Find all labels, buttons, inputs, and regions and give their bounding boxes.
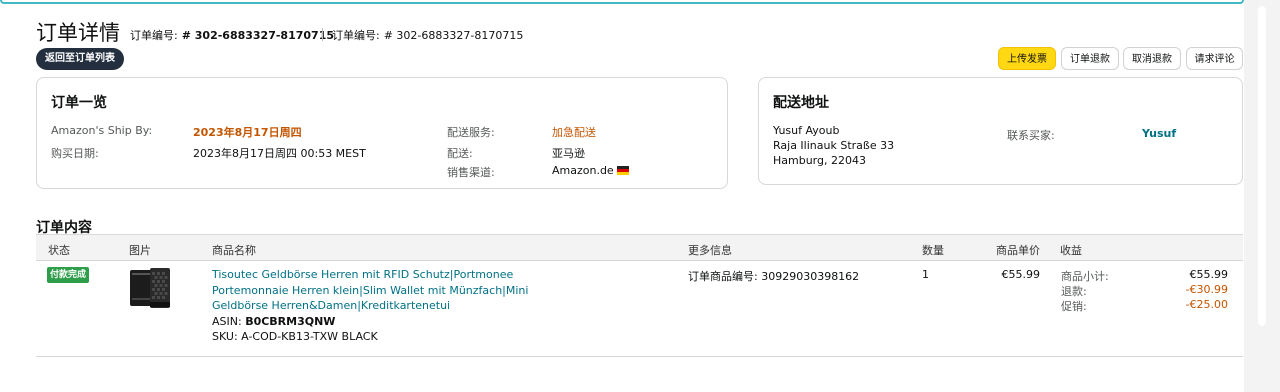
column-image: 图片 [129, 244, 151, 257]
upload-invoice-button[interactable]: 上传发票 [998, 47, 1056, 70]
scrollbar-track[interactable] [1244, 0, 1280, 392]
recipient-name: Yusuf Ayoub [773, 124, 840, 137]
contact-buyer-label: 联系买家: [1007, 129, 1055, 142]
germany-flag-icon [616, 166, 629, 175]
purchase-date-value: 2023年8月17日周四 00:53 MEST [193, 147, 366, 160]
fulfillment-value: 亚马逊 [552, 147, 585, 160]
sku: SKU: A-COD-KB13-TXW BLACK [212, 330, 378, 343]
table-row-divider [36, 356, 1243, 357]
ship-by-label: Amazon's Ship By: [51, 124, 153, 137]
order-table-header: 状态 图片 商品名称 更多信息 数量 商品单价 收益 [36, 234, 1243, 261]
shipping-address-title: 配送地址 [773, 95, 829, 111]
refund-value: -€30.99 [1185, 283, 1228, 296]
subtotal-value: €55.99 [1189, 268, 1229, 281]
promotion-label: 促销: [1061, 300, 1087, 313]
column-product-name: 商品名称 [212, 244, 256, 257]
column-unit-price: 商品单价 [996, 244, 1040, 257]
product-image[interactable] [128, 266, 172, 310]
quantity-value: 1 [922, 268, 929, 281]
scrollbar-thumb[interactable] [1258, 6, 1266, 326]
subtotal-label: 商品小计: [1061, 270, 1109, 283]
shipping-address-card: 配送地址 Yusuf Ayoub Raja Ilinauk Straße 33 … [758, 77, 1243, 185]
page-title: 订单详情 [36, 21, 120, 45]
top-banner-edge [0, 0, 1244, 4]
order-refund-button[interactable]: 订单退款 [1061, 47, 1119, 70]
divider [322, 28, 323, 41]
shipping-service-label: 配送服务: [447, 126, 495, 139]
column-quantity: 数量 [922, 244, 944, 257]
fulfillment-label: 配送: [447, 147, 473, 160]
promotion-value: -€25.00 [1185, 298, 1228, 311]
request-review-button[interactable]: 请求评论 [1186, 47, 1243, 70]
column-status: 状态 [48, 244, 70, 257]
sales-channel-label: 销售渠道: [447, 166, 495, 179]
ship-by-value: 2023年8月17日周四 [193, 126, 302, 139]
asin: ASIN: B0CBRM3QNW [212, 315, 336, 328]
order-number-secondary: 订单编号: # 302-6883327-8170715 [332, 29, 524, 42]
refund-label: 退款: [1061, 285, 1087, 298]
order-number-primary: 订单编号: # 302-6883327-8170715 [130, 29, 335, 42]
order-item-id: 订单商品编号: 30929030398162 [688, 270, 860, 283]
unit-price-value: €55.99 [1001, 268, 1041, 281]
column-proceeds: 收益 [1060, 244, 1082, 257]
order-summary-card: 订单一览 Amazon's Ship By: 2023年8月17日周四 购买日期… [36, 77, 728, 189]
product-name-link[interactable]: Tisoutec Geldbörse Herren mit RFID Schut… [212, 267, 542, 314]
address-street: Raja Ilinauk Straße 33 [773, 139, 895, 152]
address-city: Hamburg, 22043 [773, 154, 866, 167]
order-summary-title: 订单一览 [51, 95, 107, 111]
purchase-date-label: 购买日期: [51, 147, 99, 160]
column-more-info: 更多信息 [688, 244, 732, 257]
status-badge: 付款完成 [47, 267, 90, 283]
back-to-order-list-button[interactable]: 返回至订单列表 [36, 48, 124, 70]
cancel-refund-button[interactable]: 取消退款 [1123, 47, 1181, 70]
shipping-service-value: 加急配送 [552, 126, 596, 139]
sales-channel-value: Amazon.de [552, 164, 629, 177]
contact-buyer-link[interactable]: Yusuf [1142, 127, 1176, 140]
